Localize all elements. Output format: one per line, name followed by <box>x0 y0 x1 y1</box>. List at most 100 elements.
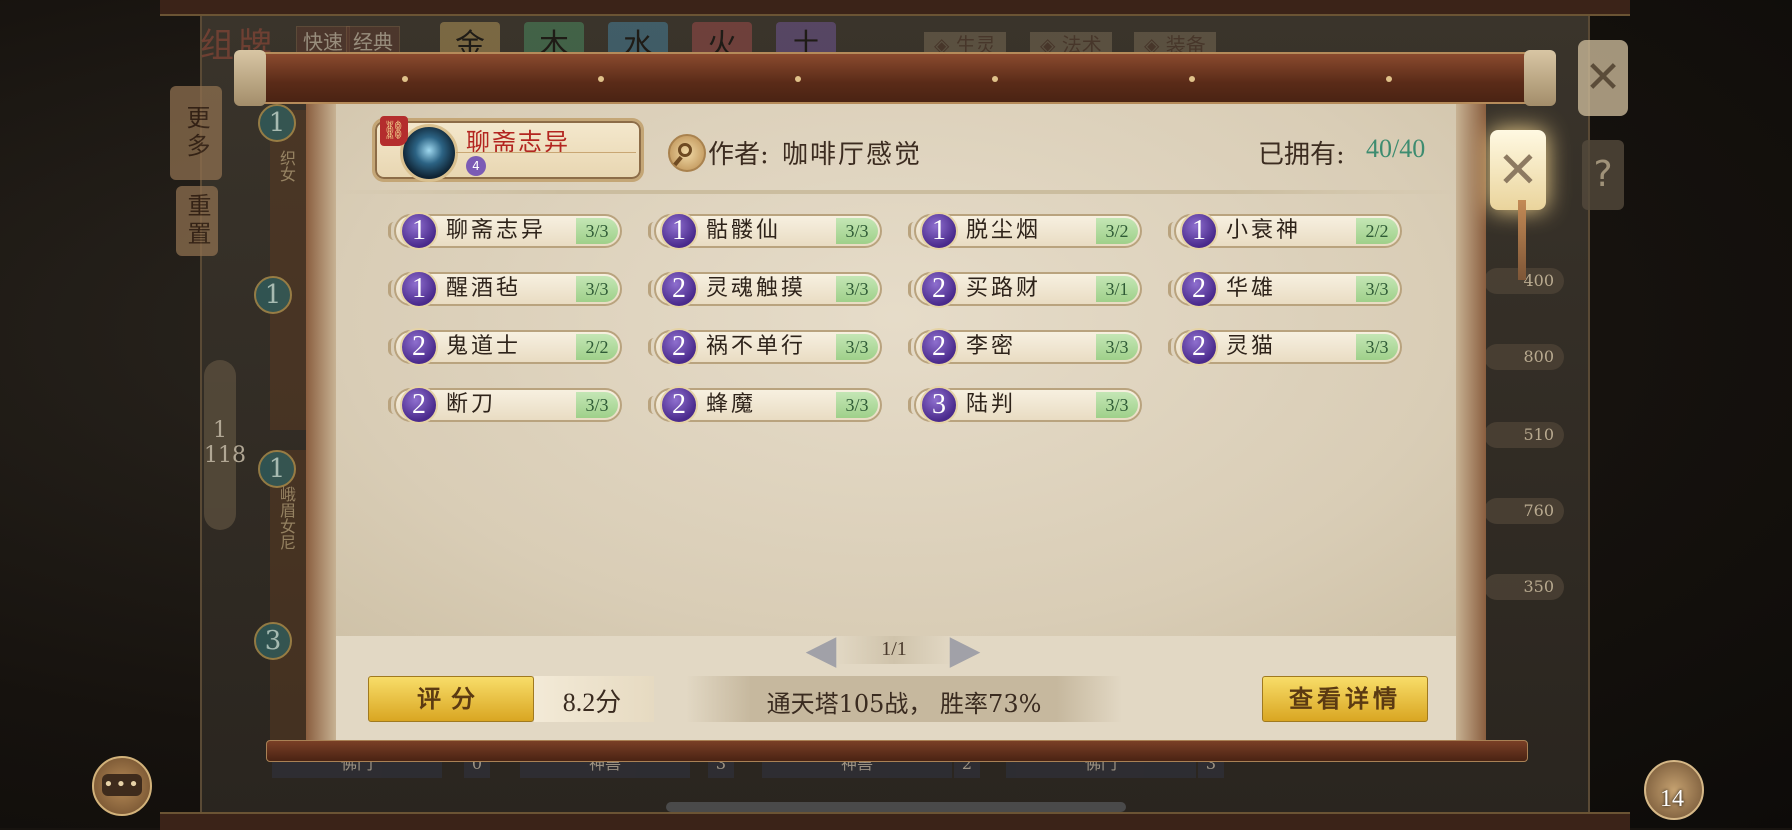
card-list-item[interactable]: 1 骷髅仙 3/3 <box>646 212 886 250</box>
card-list-item[interactable]: 1 聊斋志异 3/3 <box>386 212 626 250</box>
card-name: 聊斋志异 <box>446 218 547 243</box>
background-right-value: 760 <box>1484 498 1564 524</box>
rating-button[interactable]: 评分 <box>368 676 534 722</box>
background-close-button[interactable]: ✕ <box>1578 40 1628 116</box>
chat-icon: ••• <box>102 774 142 796</box>
card-list-item[interactable]: 2 蜂魔 3/3 <box>646 386 886 424</box>
background-cost-badge: 1 <box>258 104 296 142</box>
home-indicator[interactable] <box>666 802 1126 812</box>
page-indicator: 1/1 <box>881 638 907 660</box>
background-right-value: 800 <box>1484 344 1564 370</box>
card-name: 醒酒毡 <box>446 276 522 301</box>
card-count: 3/3 <box>1096 334 1138 360</box>
rod-stud <box>992 76 998 82</box>
scroll-edge-right <box>1456 100 1486 744</box>
card-count: 3/3 <box>1356 334 1398 360</box>
view-details-button[interactable]: 查看详情 <box>1262 676 1428 722</box>
scroll-edge-left <box>306 100 336 744</box>
scroll-rod-end-right <box>1524 50 1556 106</box>
card-count: 3/3 <box>1356 276 1398 302</box>
card-count: 3/3 <box>836 334 878 360</box>
pager-total: 118 <box>204 443 246 468</box>
prev-page-icon[interactable]: ◀ <box>804 630 838 670</box>
background-right-value: 510 <box>1484 422 1564 448</box>
rod-stud <box>795 76 801 82</box>
card-name: 小衰神 <box>1226 218 1302 243</box>
owned-label: 已拥有: <box>1258 140 1345 170</box>
cost-badge: 2 <box>660 386 698 424</box>
cost-badge: 2 <box>660 270 698 308</box>
card-list-item[interactable]: 2 买路财 3/1 <box>906 270 1146 308</box>
card-name: 断刀 <box>446 392 497 417</box>
rod-stud <box>598 76 604 82</box>
cost-badge: 2 <box>920 270 958 308</box>
background-cost-badge: 1 <box>254 276 292 314</box>
card-name: 李密 <box>966 334 1017 359</box>
card-count: 3/3 <box>576 392 618 418</box>
card-list-item[interactable]: 2 祸不单行 3/3 <box>646 328 886 366</box>
chat-button[interactable]: ••• <box>92 756 152 816</box>
card-list-item[interactable]: 2 灵猫 3/3 <box>1166 328 1406 366</box>
scroll-top-rod <box>240 52 1550 104</box>
more-tab[interactable]: 更多 <box>170 86 222 180</box>
deck-type-icon: 4 <box>466 156 486 176</box>
rod-stud <box>1386 76 1392 82</box>
card-list-item[interactable]: 1 小衰神 2/2 <box>1166 212 1406 250</box>
card-list-item[interactable]: 1 脱尘烟 3/2 <box>906 212 1146 250</box>
author-name: 咖啡厅感觉 <box>782 140 923 170</box>
card-name: 买路财 <box>966 276 1042 301</box>
card-list-item[interactable]: 2 灵魂触摸 3/3 <box>646 270 886 308</box>
background-pager[interactable]: 1 118 <box>204 360 246 530</box>
card-count: 3/3 <box>1096 392 1138 418</box>
cost-badge: 1 <box>920 212 958 250</box>
link-icon: ⛓ <box>380 116 408 146</box>
deck-detail-panel <box>336 104 1456 636</box>
card-name: 祸不单行 <box>706 334 807 359</box>
cost-badge: 2 <box>1180 270 1218 308</box>
cost-badge: 3 <box>920 386 958 424</box>
cost-badge: 2 <box>1180 328 1218 366</box>
scroll-bottom-rod <box>266 740 1528 762</box>
close-button[interactable]: ✕ <box>1490 130 1546 210</box>
card-list-item[interactable]: 2 华雄 3/3 <box>1166 270 1406 308</box>
background-card-name: 峨眉女尼 <box>277 486 296 550</box>
magnifier-icon[interactable] <box>668 134 706 172</box>
card-count: 3/3 <box>576 218 618 244</box>
top-border <box>160 0 1630 16</box>
card-name: 脱尘烟 <box>966 218 1042 243</box>
card-name: 灵猫 <box>1226 334 1277 359</box>
card-list-item[interactable]: 1 醒酒毡 3/3 <box>386 270 626 308</box>
cost-badge: 2 <box>660 328 698 366</box>
card-list-item[interactable]: 2 鬼道士 2/2 <box>386 328 626 366</box>
card-name: 鬼道士 <box>446 334 522 359</box>
cost-badge: 1 <box>400 212 438 250</box>
deck-name-underline <box>456 152 636 153</box>
bottom-border <box>160 812 1630 830</box>
card-count: 3/3 <box>576 276 618 302</box>
help-button[interactable]: ? <box>1582 140 1624 210</box>
rod-stud <box>1189 76 1195 82</box>
card-list-item[interactable]: 2 李密 3/3 <box>906 328 1146 366</box>
background-cost-badge: 1 <box>258 450 296 488</box>
deck-stats: 通天塔105战， 胜率73% <box>766 690 1042 718</box>
cost-badge: 1 <box>400 270 438 308</box>
cost-badge: 1 <box>1180 212 1218 250</box>
background-card-name: 织女 <box>277 150 296 182</box>
card-list-item[interactable]: 2 断刀 3/3 <box>386 386 626 424</box>
card-count: 3/3 <box>836 276 878 302</box>
card-name: 华雄 <box>1226 276 1277 301</box>
card-count: 3/2 <box>1096 218 1138 244</box>
score-value: 8.2分 <box>562 688 622 717</box>
header-divider <box>336 190 1456 194</box>
cost-badge: 2 <box>400 386 438 424</box>
cost-badge: 2 <box>400 328 438 366</box>
card-count: 3/3 <box>836 218 878 244</box>
background-cost-badge: 3 <box>254 622 292 660</box>
reset-tab[interactable]: 重置 <box>176 186 218 256</box>
author-label: 作者: <box>708 140 769 170</box>
card-list-item[interactable]: 3 陆判 3/3 <box>906 386 1146 424</box>
pager-current: 1 <box>213 418 227 443</box>
cost-badge: 1 <box>660 212 698 250</box>
next-page-icon[interactable]: ▶ <box>948 630 982 670</box>
scroll-rod-end-left <box>234 50 266 106</box>
